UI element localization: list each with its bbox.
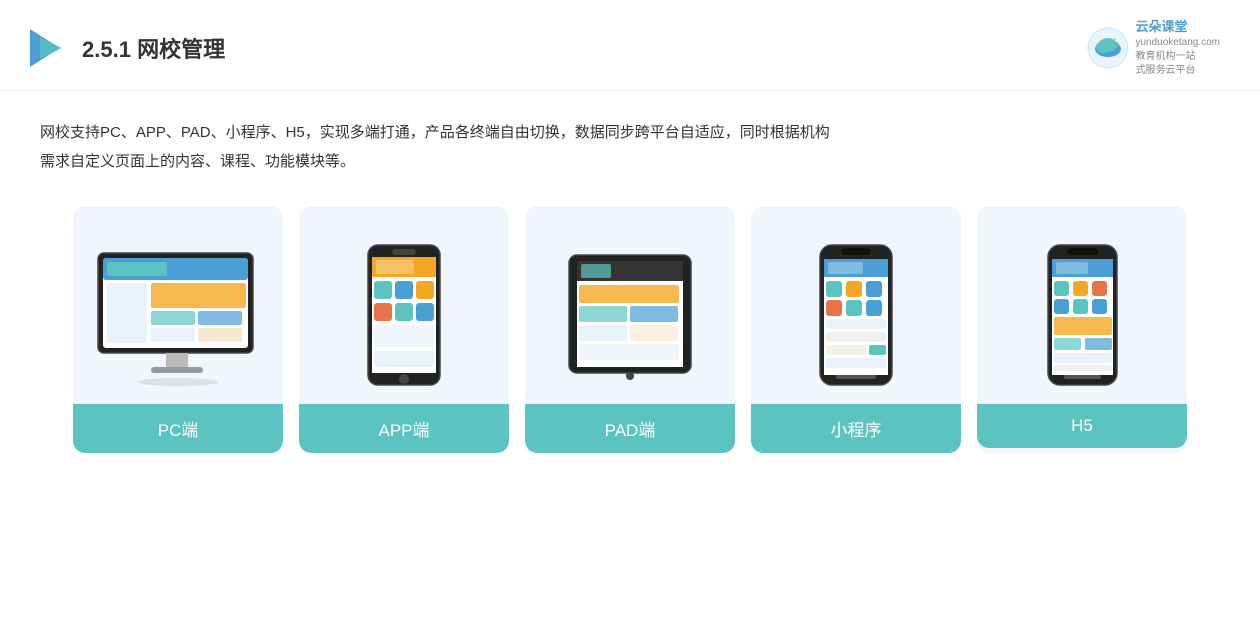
h5-phone-svg — [1045, 243, 1120, 388]
card-h5: H5 — [977, 206, 1187, 453]
card-app: APP端 — [299, 206, 509, 453]
card-label-miniprogram: 小程序 — [751, 404, 961, 453]
app-phone-svg — [364, 243, 444, 388]
pc-monitor-svg — [93, 248, 263, 388]
logo-arrow-icon — [30, 29, 68, 67]
miniprogram-device-image — [767, 228, 945, 388]
card-label-pad: PAD端 — [525, 404, 735, 453]
app-device-image — [315, 228, 493, 388]
header: 2.5.1 网校管理 云朵课堂 yundu — [0, 0, 1260, 91]
page-title: 2.5.1 网校管理 — [82, 32, 225, 64]
description-block: 网校支持PC、APP、PAD、小程序、H5，实现多端打通，产品各终端自由切换，数… — [0, 91, 1260, 196]
cards-section: PC端 — [0, 196, 1260, 473]
card-pc: PC端 — [73, 206, 283, 453]
miniprogram-phone-svg — [816, 243, 896, 388]
page-wrapper: 2.5.1 网校管理 云朵课堂 yundu — [0, 0, 1260, 630]
brand-text: 云朵课堂 yunduoketang.com 教育机构一站 式服务云平台 — [1135, 18, 1220, 78]
description-line1: 网校支持PC、APP、PAD、小程序、H5，实现多端打通，产品各终端自由切换，数… — [40, 119, 1220, 148]
card-pad: PAD端 — [525, 206, 735, 453]
card-miniprogram: 小程序 — [751, 206, 961, 453]
description-line2: 需求自定义页面上的内容、课程、功能模块等。 — [40, 148, 1220, 177]
brand-cloud-icon — [1087, 27, 1129, 69]
pad-tablet-svg — [565, 243, 695, 388]
pad-device-image — [541, 228, 719, 388]
header-left: 2.5.1 网校管理 — [30, 29, 225, 67]
h5-device-image — [993, 228, 1171, 388]
pc-device-image — [89, 228, 267, 388]
card-label-app: APP端 — [299, 404, 509, 453]
card-label-h5: H5 — [977, 404, 1187, 448]
header-right: 云朵课堂 yunduoketang.com 教育机构一站 式服务云平台 — [1087, 18, 1220, 78]
card-label-pc: PC端 — [73, 404, 283, 453]
brand-logo: 云朵课堂 yunduoketang.com 教育机构一站 式服务云平台 — [1087, 18, 1220, 78]
